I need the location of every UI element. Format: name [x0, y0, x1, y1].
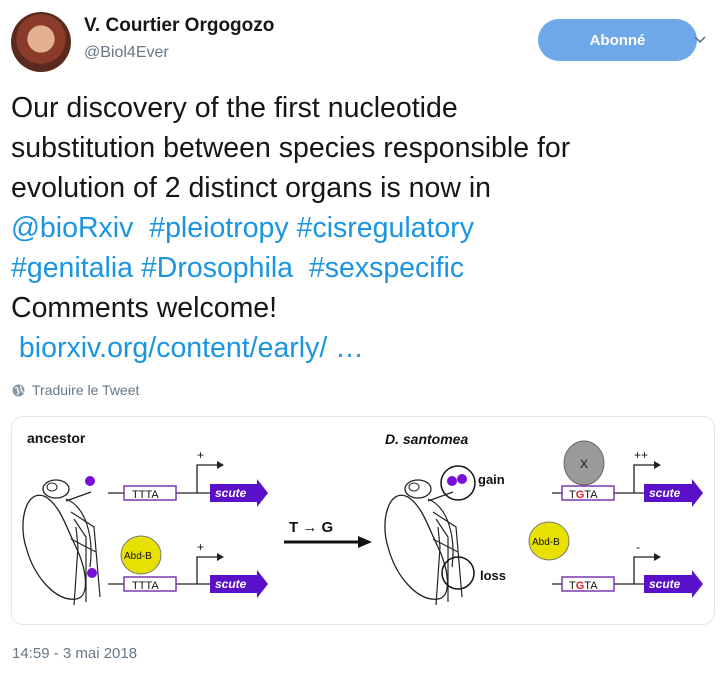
tweet-timestamp[interactable]: 14:59 - 3 mai 2018: [12, 645, 137, 662]
plusplus-top: ++: [634, 448, 648, 462]
ancestor-construct-top: TTTA + scute: [108, 448, 268, 507]
santomea-fly: [384, 465, 476, 606]
translate-tweet[interactable]: Traduire le Tweet: [12, 382, 139, 398]
tweet-line: Our discovery of the first nucleotide: [11, 92, 458, 124]
avatar[interactable]: [11, 12, 71, 72]
user-handle[interactable]: @Biol4Ever: [84, 44, 169, 62]
tweet-line: biorxiv.org/content/early/ …: [11, 328, 711, 368]
translate-label: Traduire le Tweet: [32, 382, 140, 398]
svg-text:TGTA: TGTA: [569, 580, 598, 592]
mention-biorxiv[interactable]: @bioRxiv: [11, 212, 133, 244]
gain-label: gain: [478, 472, 505, 487]
tgta-top-g: G: [576, 489, 585, 501]
hashtag-genitalia[interactable]: #genitalia: [11, 252, 133, 284]
hashtag-sexspecific[interactable]: #sexspecific: [309, 252, 464, 284]
follow-button[interactable]: Abonné: [538, 19, 697, 61]
santomea-construct-top: X TGTA ++ scute: [552, 440, 703, 507]
minus-bottom: -: [636, 540, 640, 554]
mutation-label: T → G: [289, 519, 333, 536]
tweet-line: @bioRxiv #pleiotropy #cisregulatory: [11, 208, 711, 248]
tweet-line: Comments welcome!: [11, 292, 278, 324]
scute-bottom-left: scute: [215, 577, 247, 591]
tweet-line: #genitalia #Drosophila #sexspecific: [11, 248, 711, 288]
scute-bottom-right: scute: [649, 577, 681, 591]
santomea-construct-bottom: TGTA - scute: [552, 540, 703, 598]
hashtag-cisregulatory[interactable]: #cisregulatory: [297, 212, 474, 244]
tweet-media-image[interactable]: ancestor D. santomea TTTA + scute TTTA A…: [11, 416, 715, 625]
gene-regulation-figure: ancestor D. santomea TTTA + scute TTTA A…: [22, 430, 703, 606]
tgta-bottom-g: G: [576, 580, 585, 592]
svg-text:TGTA: TGTA: [569, 489, 598, 501]
plus-bottom: +: [197, 540, 204, 554]
abdb-right: Abd-B: [532, 537, 560, 548]
ttta-top: TTTA: [132, 489, 159, 501]
figure-title-ancestor: ancestor: [27, 430, 86, 446]
chevron-down-icon[interactable]: [693, 33, 707, 47]
figure-title-santomea: D. santomea: [385, 431, 468, 447]
hashtag-pleiotropy[interactable]: #pleiotropy: [149, 212, 288, 244]
ancestor-dot-top: [85, 476, 95, 486]
plus-top: +: [197, 448, 204, 462]
display-name[interactable]: V. Courtier Orgogozo: [84, 15, 274, 37]
tweet-text: Our discovery of the first nucleotide su…: [11, 88, 711, 368]
globe-icon: [12, 384, 25, 396]
tweet-link[interactable]: biorxiv.org/content/early/ …: [19, 332, 364, 364]
ancestor-construct-bottom: TTTA Abd-B + scute: [108, 535, 268, 598]
tgta-bottom-rest: TA: [584, 580, 598, 592]
hashtag-drosophila[interactable]: #Drosophila: [141, 252, 293, 284]
ttta-bottom: TTTA: [132, 580, 159, 592]
x-factor: X: [580, 457, 588, 471]
mutation-arrow: T → G: [284, 519, 372, 548]
scute-top-right: scute: [649, 486, 681, 500]
tweet-line: substitution between species responsible…: [11, 132, 571, 164]
abdb-left: Abd-B: [124, 551, 152, 562]
tweet-line: evolution of 2 distinct organs is now in: [11, 172, 492, 204]
scute-top: scute: [215, 486, 247, 500]
tgta-top-rest: TA: [584, 489, 598, 501]
loss-label: loss: [480, 568, 506, 583]
ancestor-fly: [22, 476, 101, 606]
ancestor-dot-bottom: [87, 568, 97, 578]
